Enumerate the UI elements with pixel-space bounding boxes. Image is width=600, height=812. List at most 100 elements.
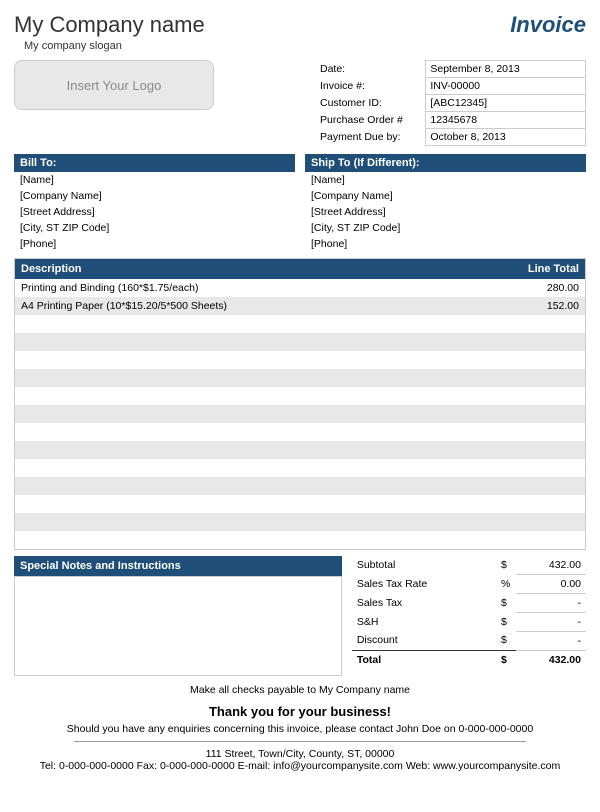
notes-block: Special Notes and Instructions	[14, 556, 342, 676]
tax-symbol: $	[496, 593, 516, 612]
bill-to-block: Bill To: [Name] [Company Name] [Street A…	[14, 154, 295, 252]
notes-header: Special Notes and Instructions	[14, 556, 342, 576]
comm-text: Tel: 0-000-000-0000 Fax: 0-000-000-0000 …	[14, 760, 586, 772]
table-row[interactable]	[15, 531, 586, 549]
item-description[interactable]	[15, 405, 496, 423]
table-row[interactable]	[15, 387, 586, 405]
item-description[interactable]	[15, 513, 496, 531]
bill-to-phone[interactable]: [Phone]	[14, 236, 295, 252]
table-row[interactable]	[15, 441, 586, 459]
footer: Make all checks payable to My Company na…	[14, 684, 586, 772]
item-description[interactable]	[15, 477, 496, 495]
thanks-text: Thank you for your business!	[14, 704, 586, 719]
table-row[interactable]	[15, 477, 586, 495]
table-row[interactable]: A4 Printing Paper (10*$15.20/5*500 Sheet…	[15, 297, 586, 315]
table-row[interactable]	[15, 369, 586, 387]
item-total[interactable]	[496, 477, 586, 495]
item-description[interactable]	[15, 315, 496, 333]
ship-to-block: Ship To (If Different): [Name] [Company …	[305, 154, 586, 252]
table-row[interactable]	[15, 495, 586, 513]
item-total[interactable]	[496, 315, 586, 333]
item-total[interactable]	[496, 459, 586, 477]
bill-to-company[interactable]: [Company Name]	[14, 188, 295, 204]
bill-to-csz[interactable]: [City, ST ZIP Code]	[14, 220, 295, 236]
subtotal-symbol: $	[496, 556, 516, 575]
discount-value[interactable]: -	[516, 631, 586, 650]
discount-label: Discount	[352, 631, 496, 650]
item-total[interactable]: 152.00	[496, 297, 586, 315]
item-description[interactable]	[15, 423, 496, 441]
column-description: Description	[15, 259, 496, 280]
invoice-meta: Date:September 8, 2013 Invoice #:INV-000…	[316, 60, 586, 146]
item-total[interactable]	[496, 333, 586, 351]
discount-symbol: $	[496, 631, 516, 650]
company-name: My Company name	[14, 12, 205, 38]
item-description[interactable]: A4 Printing Paper (10*$15.20/5*500 Sheet…	[15, 297, 496, 315]
column-line-total: Line Total	[496, 259, 586, 280]
invoice-title: Invoice	[510, 12, 586, 38]
item-total[interactable]	[496, 531, 586, 549]
taxrate-label: Sales Tax Rate	[352, 574, 496, 593]
footer-divider	[74, 741, 526, 742]
sh-symbol: $	[496, 612, 516, 631]
contact-text: Should you have any enquiries concerning…	[14, 723, 586, 735]
table-row[interactable]: Printing and Binding (160*$1.75/each)280…	[15, 279, 586, 297]
table-row[interactable]	[15, 315, 586, 333]
total-symbol: $	[496, 650, 516, 669]
subtotal-label: Subtotal	[352, 556, 496, 575]
sh-value[interactable]: -	[516, 612, 586, 631]
tax-label: Sales Tax	[352, 593, 496, 612]
header: My Company name My company slogan Invoic…	[14, 12, 586, 52]
table-row[interactable]	[15, 405, 586, 423]
item-description[interactable]	[15, 441, 496, 459]
bill-to-name[interactable]: [Name]	[14, 172, 295, 188]
ship-to-street[interactable]: [Street Address]	[305, 204, 586, 220]
item-total[interactable]	[496, 369, 586, 387]
item-total[interactable]	[496, 423, 586, 441]
table-row[interactable]	[15, 513, 586, 531]
item-description[interactable]	[15, 351, 496, 369]
item-total[interactable]	[496, 495, 586, 513]
customer-id-value[interactable]: [ABC12345]	[426, 95, 586, 112]
item-total[interactable]	[496, 405, 586, 423]
invoice-number-value[interactable]: INV-00000	[426, 78, 586, 95]
item-description[interactable]	[15, 333, 496, 351]
ship-to-company[interactable]: [Company Name]	[305, 188, 586, 204]
ship-to-name[interactable]: [Name]	[305, 172, 586, 188]
item-description[interactable]	[15, 495, 496, 513]
item-total[interactable]	[496, 387, 586, 405]
item-total[interactable]	[496, 351, 586, 369]
taxrate-symbol: %	[496, 574, 516, 593]
item-description[interactable]	[15, 531, 496, 549]
due-label: Payment Due by:	[316, 129, 426, 146]
total-label: Total	[352, 650, 496, 669]
tax-value: -	[516, 593, 586, 612]
sh-label: S&H	[352, 612, 496, 631]
table-row[interactable]	[15, 333, 586, 351]
invoice-number-label: Invoice #:	[316, 78, 426, 95]
bill-to-header: Bill To:	[14, 154, 295, 172]
po-label: Purchase Order #	[316, 112, 426, 129]
taxrate-value[interactable]: 0.00	[516, 574, 586, 593]
item-description[interactable]: Printing and Binding (160*$1.75/each)	[15, 279, 496, 297]
logo-placeholder[interactable]: Insert Your Logo	[14, 60, 214, 110]
item-description[interactable]	[15, 459, 496, 477]
line-items-table: Description Line Total Printing and Bind…	[14, 258, 586, 550]
total-value: 432.00	[516, 650, 586, 669]
notes-body[interactable]	[14, 576, 342, 676]
item-total[interactable]	[496, 513, 586, 531]
ship-to-phone[interactable]: [Phone]	[305, 236, 586, 252]
due-value[interactable]: October 8, 2013	[426, 129, 586, 146]
table-row[interactable]	[15, 423, 586, 441]
table-row[interactable]	[15, 351, 586, 369]
ship-to-csz[interactable]: [City, ST ZIP Code]	[305, 220, 586, 236]
bill-to-street[interactable]: [Street Address]	[14, 204, 295, 220]
po-value[interactable]: 12345678	[426, 112, 586, 129]
item-description[interactable]	[15, 387, 496, 405]
table-row[interactable]	[15, 459, 586, 477]
item-total[interactable]: 280.00	[496, 279, 586, 297]
date-value[interactable]: September 8, 2013	[426, 61, 586, 78]
item-description[interactable]	[15, 369, 496, 387]
date-label: Date:	[316, 61, 426, 78]
item-total[interactable]	[496, 441, 586, 459]
